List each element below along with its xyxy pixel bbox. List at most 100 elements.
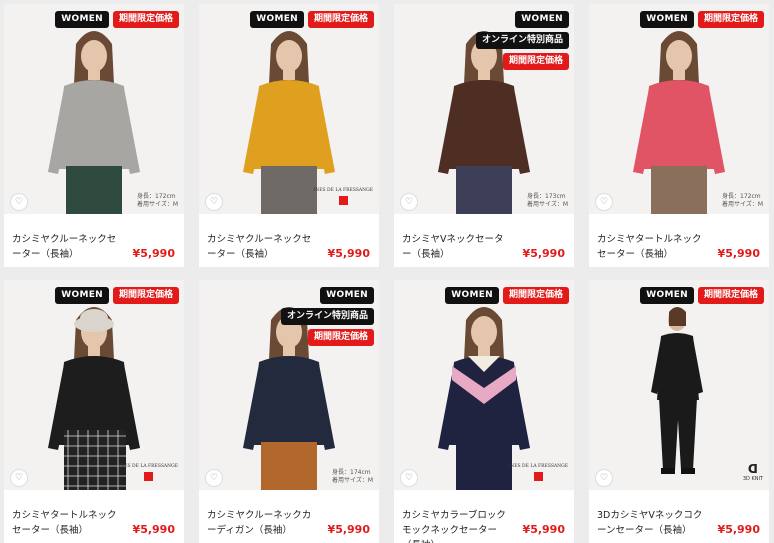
model-height: 身長：172cm bbox=[137, 193, 176, 200]
favorite-button[interactable]: ♡ bbox=[10, 193, 28, 211]
product-image[interactable] bbox=[589, 280, 769, 490]
model-size: 着用サイズ：M bbox=[332, 477, 373, 484]
gender-badge: WOMEN bbox=[445, 287, 499, 304]
favorite-button[interactable]: ♡ bbox=[595, 469, 613, 487]
product-price: ¥5,990 bbox=[327, 247, 370, 260]
brand-logo: INES DE LA FRESSANGE bbox=[509, 464, 568, 484]
heart-icon: ♡ bbox=[209, 472, 219, 483]
model-size-info: 身長：172cm 着用サイズ：M bbox=[137, 193, 178, 209]
badge-group: WOMEN オンライン特別商品期間限定価格 bbox=[224, 287, 374, 346]
product-name[interactable]: カシミヤVネックセーター（長袖） bbox=[402, 232, 512, 262]
product-card[interactable]: WOMEN 期間限定価格 ♡ INES DE LA FRESSANGE カシミヤカラーブ… bbox=[394, 280, 574, 543]
sale-badge: 期間限定価格 bbox=[697, 287, 764, 304]
heart-icon: ♡ bbox=[14, 196, 24, 207]
product-name[interactable]: カシミヤタートルネックセーター（長袖） bbox=[12, 508, 122, 538]
brand-logo: INES DE LA FRESSANGE bbox=[314, 188, 373, 208]
badge-group: WOMEN 期間限定価格 bbox=[640, 287, 764, 304]
badge-group: WOMEN 期間限定価格 bbox=[640, 11, 764, 28]
product-price: ¥5,990 bbox=[132, 523, 175, 536]
brand-logo: INES DE LA FRESSANGE bbox=[119, 464, 178, 484]
model-height: 身長：174cm bbox=[332, 469, 371, 476]
sale-badge: 期間限定価格 bbox=[502, 53, 569, 70]
gender-badge: WOMEN bbox=[640, 11, 694, 28]
product-name[interactable]: カシミヤタートルネックセーター（長袖） bbox=[597, 232, 707, 262]
model-photo bbox=[633, 31, 725, 214]
favorite-button[interactable]: ♡ bbox=[400, 193, 418, 211]
model-photo bbox=[48, 307, 140, 490]
product-card[interactable]: WOMEN 期間限定価格 ♡ 身長：172cm 着用サイズ：M カシミヤタートルネックセー… bbox=[589, 4, 769, 267]
product-name[interactable]: カシミヤクルーネックカーディガン（長袖） bbox=[207, 508, 317, 538]
3d-knit-logo: ᗡ 3D KNIT bbox=[742, 462, 763, 482]
brand-label: 3D KNIT bbox=[742, 476, 763, 482]
favorite-button[interactable]: ♡ bbox=[400, 469, 418, 487]
uniqlo-logo-icon bbox=[143, 472, 153, 481]
product-card[interactable]: WOMEN 期間限定価格 ♡ INES DE LA FRESSANGE カシミヤクルーネ… bbox=[199, 4, 379, 267]
heart-icon: ♡ bbox=[14, 472, 24, 483]
product-card[interactable]: WOMEN 期間限定価格 ♡ ᗡ 3D KNIT 3DカシミヤVネックコクーンセーター（長… bbox=[589, 280, 769, 543]
model-size-info: 身長：173cm 着用サイズ：M bbox=[527, 193, 568, 209]
badge-group: WOMEN 期間限定価格 bbox=[250, 11, 374, 28]
sale-badge: 期間限定価格 bbox=[112, 11, 179, 28]
product-card[interactable]: WOMEN オンライン特別商品 期間限定価格 ♡ 身長：173cm 着用サイズ：M カシミヤ… bbox=[394, 4, 574, 267]
model-size-info: 身長：172cm 着用サイズ：M bbox=[722, 193, 763, 209]
gender-badge: WOMEN bbox=[55, 11, 109, 28]
product-card[interactable]: WOMEN 期間限定価格 ♡ 身長：172cm 着用サイズ：M カシミヤクルーネックセータ… bbox=[4, 4, 184, 267]
online-only-badge: オンライン特別商品 bbox=[280, 308, 374, 325]
favorite-button[interactable]: ♡ bbox=[595, 193, 613, 211]
model-height: 身長：173cm bbox=[527, 193, 566, 200]
model-photo bbox=[48, 31, 140, 214]
gender-badge: WOMEN bbox=[640, 287, 694, 304]
sale-badge: 期間限定価格 bbox=[307, 11, 374, 28]
product-image[interactable] bbox=[589, 4, 769, 214]
online-only-badge: オンライン特別商品 bbox=[475, 32, 569, 49]
brand-label: INES DE LA FRESSANGE bbox=[508, 464, 568, 469]
product-card[interactable]: WOMEN オンライン特別商品期間限定価格 ♡ 身長：174cm 着用サイズ：M カシミヤ… bbox=[199, 280, 379, 543]
badge-group: WOMEN 期間限定価格 bbox=[55, 11, 179, 28]
product-name[interactable]: カシミヤクルーネックセーター（長袖） bbox=[12, 232, 122, 262]
model-height: 身長：172cm bbox=[722, 193, 761, 200]
product-image[interactable] bbox=[4, 280, 184, 490]
badge-group: WOMEN オンライン特別商品 期間限定価格 bbox=[419, 11, 569, 70]
model-size-info: 身長：174cm 着用サイズ：M bbox=[332, 469, 373, 485]
badge-group: WOMEN 期間限定価格 bbox=[55, 287, 179, 304]
gender-badge: WOMEN bbox=[320, 287, 374, 304]
model-size: 着用サイズ：M bbox=[722, 201, 763, 208]
product-name[interactable]: カシミヤクルーネックセーター（長袖） bbox=[207, 232, 317, 262]
brand-label: INES DE LA FRESSANGE bbox=[313, 188, 373, 193]
product-image[interactable] bbox=[4, 4, 184, 214]
model-photo bbox=[438, 307, 530, 490]
product-price: ¥5,990 bbox=[327, 523, 370, 536]
product-name[interactable]: 3DカシミヤVネックコクーンセーター（長袖） bbox=[597, 508, 707, 538]
brand-label: INES DE LA FRESSANGE bbox=[118, 464, 178, 469]
sale-badge: 期間限定価格 bbox=[697, 11, 764, 28]
model-photo bbox=[243, 31, 335, 214]
model-photo bbox=[651, 307, 703, 474]
heart-icon: ♡ bbox=[599, 196, 609, 207]
gender-badge: WOMEN bbox=[250, 11, 304, 28]
sale-badge: 期間限定価格 bbox=[502, 287, 569, 304]
favorite-button[interactable]: ♡ bbox=[205, 469, 223, 487]
heart-icon: ♡ bbox=[209, 196, 219, 207]
uniqlo-logo-icon bbox=[533, 472, 543, 481]
favorite-button[interactable]: ♡ bbox=[10, 469, 28, 487]
badge-group: WOMEN 期間限定価格 bbox=[445, 287, 569, 304]
product-price: ¥5,990 bbox=[132, 247, 175, 260]
heart-icon: ♡ bbox=[404, 472, 414, 483]
product-price: ¥5,990 bbox=[522, 523, 565, 536]
product-price: ¥5,990 bbox=[522, 247, 565, 260]
product-image[interactable] bbox=[394, 280, 574, 490]
gender-badge: WOMEN bbox=[55, 287, 109, 304]
sale-badge: 期間限定価格 bbox=[307, 329, 374, 346]
sale-badge: 期間限定価格 bbox=[112, 287, 179, 304]
product-name[interactable]: カシミヤカラーブロックモックネックセーター（長袖） bbox=[402, 508, 512, 543]
uniqlo-logo-icon bbox=[338, 196, 348, 205]
heart-icon: ♡ bbox=[404, 196, 414, 207]
product-price: ¥5,990 bbox=[717, 247, 760, 260]
favorite-button[interactable]: ♡ bbox=[205, 193, 223, 211]
model-size: 着用サイズ：M bbox=[527, 201, 568, 208]
product-card[interactable]: WOMEN 期間限定価格 ♡ INES DE LA FRESSANGE カシミヤタートル… bbox=[4, 280, 184, 543]
heart-icon: ♡ bbox=[599, 472, 609, 483]
model-size: 着用サイズ：M bbox=[137, 201, 178, 208]
product-image[interactable] bbox=[199, 4, 379, 214]
product-price: ¥5,990 bbox=[717, 523, 760, 536]
